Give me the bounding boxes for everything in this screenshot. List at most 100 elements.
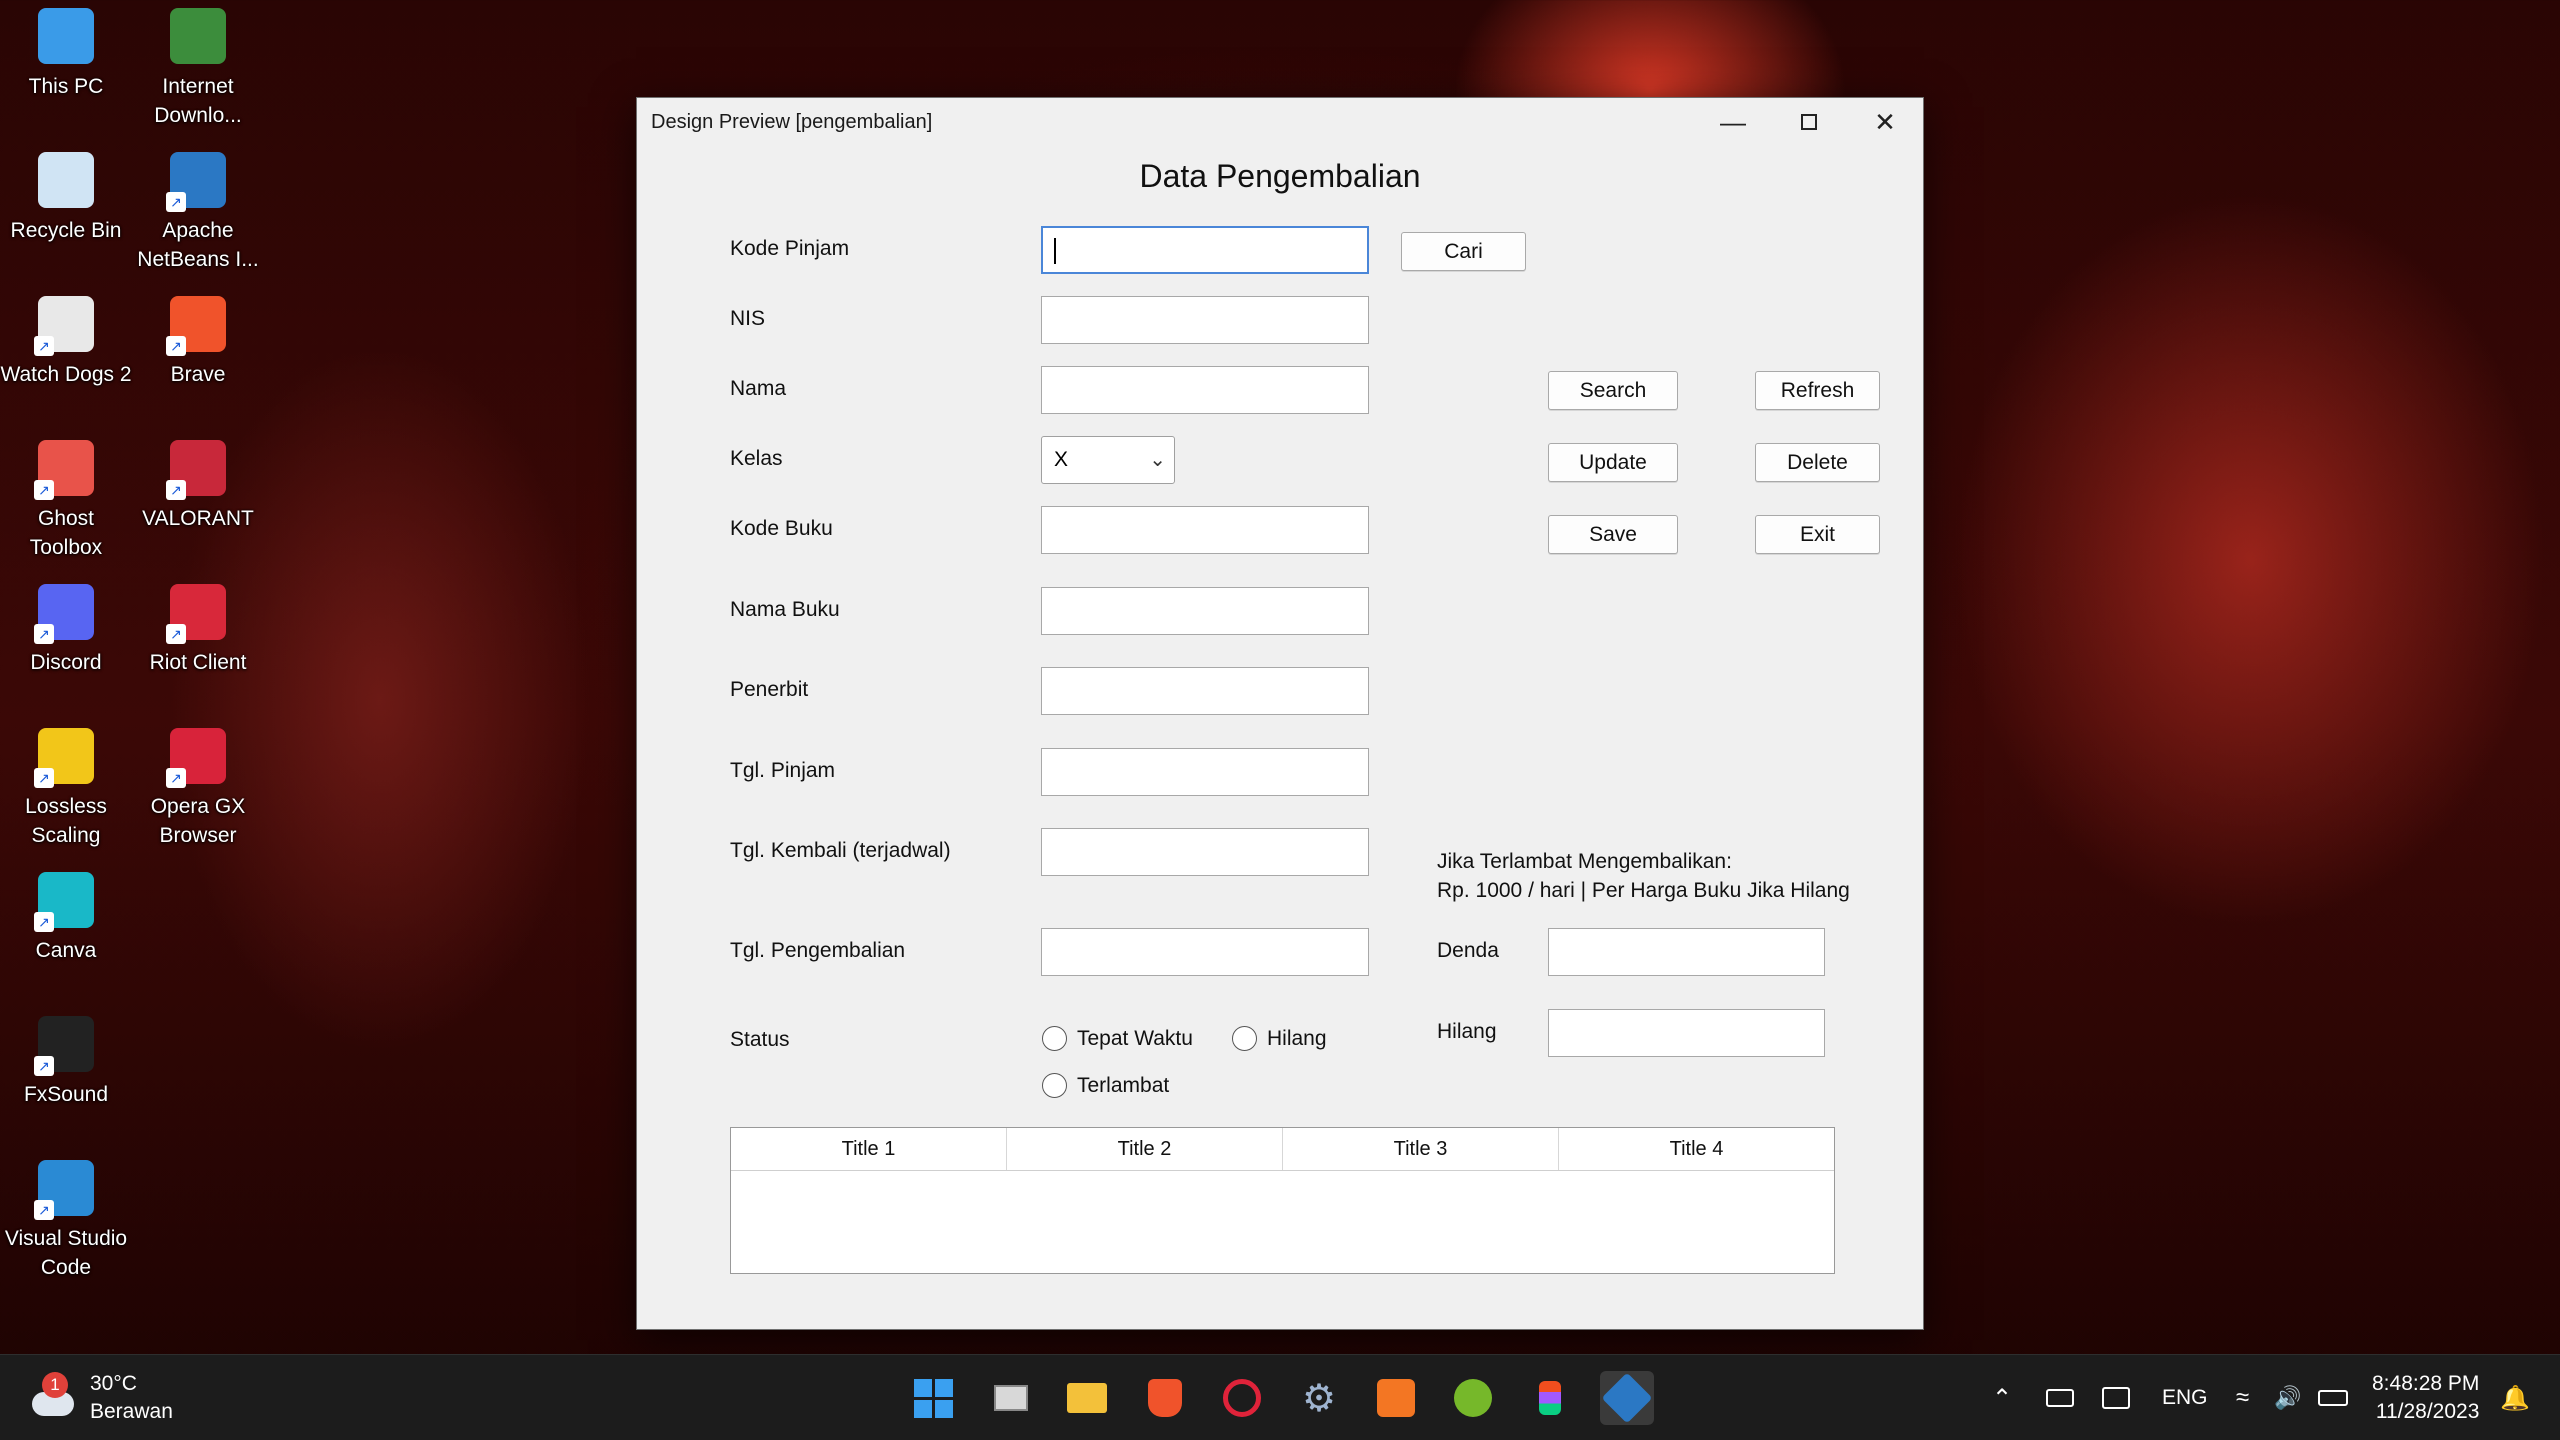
label-status: Status (730, 1028, 790, 1051)
desktop-shortcut[interactable]: ↗ Riot Client (132, 584, 264, 677)
valorant-icon: ↗ (166, 440, 226, 500)
form-title: Data Pengembalian (1139, 158, 1421, 194)
opera-gx-taskbar-button[interactable] (1215, 1371, 1269, 1425)
tgl-pengembalian-input[interactable] (1041, 928, 1369, 976)
utorrent-taskbar-button[interactable] (1446, 1371, 1500, 1425)
radio-tepat-waktu[interactable]: Tepat Waktu (1042, 1026, 1193, 1051)
weather-desc: Berawan (90, 1400, 173, 1423)
language-indicator[interactable]: ENG (2162, 1355, 2208, 1440)
delete-button[interactable]: Delete (1755, 443, 1880, 482)
nama-input[interactable] (1041, 366, 1369, 414)
clock-date: 11/28/2023 (2375, 1400, 2480, 1423)
battery-icon[interactable] (2318, 1355, 2348, 1440)
refresh-button[interactable]: Refresh (1755, 371, 1880, 410)
update-button[interactable]: Update (1548, 443, 1678, 482)
label-tgl-kembali: Tgl. Kembali (terjadwal) (730, 839, 951, 862)
nama-buku-input[interactable] (1041, 587, 1369, 635)
desktop-shortcut[interactable]: ↗ Visual Studio Code (0, 1160, 132, 1282)
show-hidden-icons-button[interactable]: ⌃ (1992, 1355, 2012, 1440)
maximize-icon (1801, 114, 1817, 130)
desktop-shortcut[interactable]: ↗ Watch Dogs 2 (0, 296, 132, 389)
column-header[interactable]: Title 3 (1283, 1128, 1559, 1170)
radio-circle (1042, 1073, 1067, 1098)
vscode-icon: ↗ (34, 1160, 94, 1220)
desktop-shortcut[interactable]: ↗ VALORANT (132, 440, 264, 533)
weather-widget[interactable]: 1 30°C Berawan (28, 1355, 173, 1440)
folder-icon (1067, 1383, 1107, 1413)
desktop-shortcut-label: Internet Downlo... (154, 75, 242, 127)
shortcut-arrow-icon: ↗ (34, 480, 54, 500)
radio-terlambat[interactable]: Terlambat (1042, 1073, 1169, 1098)
desktop-shortcut[interactable]: This PC (0, 8, 132, 101)
figma-taskbar-button[interactable] (1523, 1371, 1577, 1425)
shortcut-arrow-icon: ↗ (34, 336, 54, 356)
figma-icon (1539, 1381, 1561, 1415)
kode-pinjam-input[interactable] (1041, 226, 1369, 274)
nis-input[interactable] (1041, 296, 1369, 344)
denda-input[interactable] (1548, 928, 1825, 976)
desktop-shortcut[interactable]: ↗ FxSound (0, 1016, 132, 1109)
shortcut-arrow-icon: ↗ (166, 768, 186, 788)
display-icon[interactable] (2102, 1355, 2130, 1440)
exit-button[interactable]: Exit (1755, 515, 1880, 554)
start-button[interactable] (906, 1371, 960, 1425)
wifi-icon[interactable]: ≈ (2236, 1355, 2249, 1440)
radio-hilang[interactable]: Hilang (1232, 1026, 1327, 1051)
search-button[interactable]: Search (1548, 371, 1678, 410)
desktop-shortcut[interactable]: ↗ Canva (0, 872, 132, 965)
settings-taskbar-button[interactable]: ⚙ (1292, 1371, 1346, 1425)
notification-button[interactable]: 🔔 (2500, 1355, 2530, 1440)
kode-buku-input[interactable] (1041, 506, 1369, 554)
label-denda: Denda (1437, 939, 1499, 962)
kelas-select[interactable]: X ⌄ (1041, 436, 1175, 484)
shortcut-arrow-icon: ↗ (166, 336, 186, 356)
minimize-button[interactable]: — (1695, 98, 1771, 146)
desktop-shortcut[interactable]: ↗ Opera GX Browser (132, 728, 264, 850)
desktop-shortcut[interactable]: Internet Downlo... (132, 8, 264, 130)
tgl-kembali-input[interactable] (1041, 828, 1369, 876)
maximize-button[interactable] (1771, 98, 1847, 146)
fxsound-icon: ↗ (34, 1016, 94, 1076)
brave-icon: ↗ (166, 296, 226, 356)
internet-download-manager-icon (170, 8, 226, 64)
save-button[interactable]: Save (1548, 515, 1678, 554)
clock[interactable]: 8:48:28 PM 11/28/2023 (2372, 1355, 2479, 1440)
label-kode-pinjam: Kode Pinjam (730, 237, 850, 260)
task-view-button[interactable] (984, 1371, 1038, 1425)
brave-taskbar-button[interactable] (1138, 1371, 1192, 1425)
desktop-shortcut[interactable]: Recycle Bin (0, 152, 132, 245)
desktop-shortcut-label: Riot Client (149, 651, 247, 674)
hilang-input[interactable] (1548, 1009, 1825, 1057)
column-header[interactable]: Title 2 (1007, 1128, 1283, 1170)
design-preview-window: Design Preview [pengembalian] — ✕ Data P… (636, 97, 1924, 1330)
label-nama-buku: Nama Buku (730, 598, 840, 621)
late-info-line2: Rp. 1000 / hari | Per Harga Buku Jika Hi… (1437, 879, 1850, 902)
volume-icon[interactable]: 🔊 (2274, 1355, 2301, 1440)
cari-button[interactable]: Cari (1401, 232, 1526, 271)
desktop-shortcut[interactable]: ↗ Apache NetBeans I... (132, 152, 264, 274)
desktop-shortcut-label: Opera GX Browser (150, 795, 246, 847)
this-pc-icon (38, 8, 94, 64)
column-header[interactable]: Title 1 (731, 1128, 1007, 1170)
opera-gx-icon (1223, 1379, 1261, 1417)
desktop-shortcut[interactable]: ↗ Discord (0, 584, 132, 677)
close-button[interactable]: ✕ (1847, 98, 1923, 146)
task-view-icon (994, 1385, 1028, 1411)
tgl-pinjam-input[interactable] (1041, 748, 1369, 796)
keyboard-icon[interactable] (2046, 1355, 2074, 1440)
watch-dogs-icon: ↗ (34, 296, 94, 356)
penerbit-input[interactable] (1041, 667, 1369, 715)
column-header[interactable]: Title 4 (1559, 1128, 1834, 1170)
desktop-shortcut[interactable]: ↗ Ghost Toolbox (0, 440, 132, 562)
xampp-taskbar-button[interactable] (1369, 1371, 1423, 1425)
netbeans-taskbar-button[interactable] (1600, 1371, 1654, 1425)
desktop-shortcut-label: Apache NetBeans I... (137, 219, 259, 271)
shortcut-arrow-icon: ↗ (34, 624, 54, 644)
file-explorer-button[interactable] (1060, 1371, 1114, 1425)
window-titlebar[interactable]: Design Preview [pengembalian] — ✕ (637, 98, 1923, 146)
shortcut-arrow-icon: ↗ (166, 192, 186, 212)
desktop-shortcut[interactable]: ↗ Brave (132, 296, 264, 389)
text-caret (1054, 238, 1056, 264)
data-table[interactable]: Title 1 Title 2 Title 3 Title 4 (730, 1127, 1835, 1274)
desktop-shortcut[interactable]: ↗ Lossless Scaling (0, 728, 132, 850)
